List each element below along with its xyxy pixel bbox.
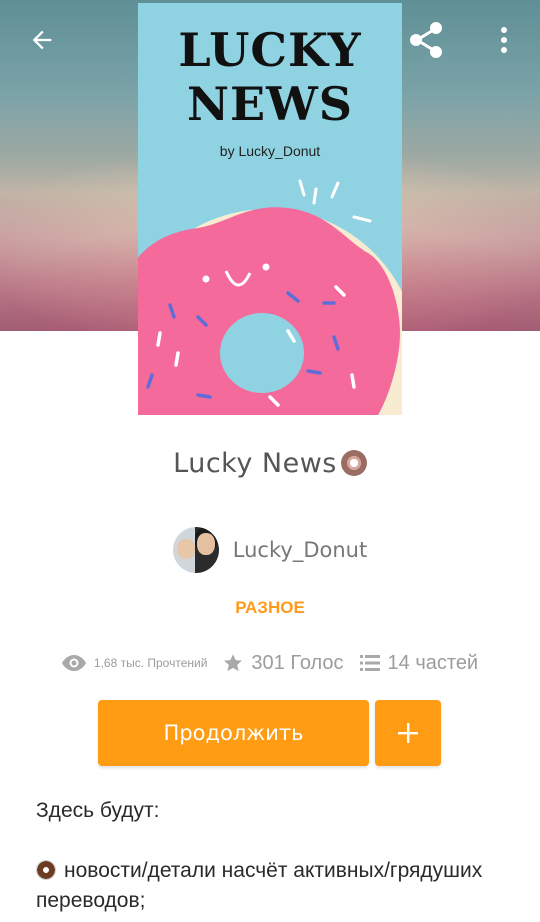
share-button[interactable]	[404, 18, 448, 62]
list-icon	[359, 655, 380, 671]
category-label[interactable]: РАЗНОЕ	[0, 598, 540, 618]
story-description: Здесь будут: новости/детали насчёт актив…	[36, 796, 516, 916]
donut-emoji-icon	[340, 450, 367, 476]
author-name[interactable]: Lucky_Donut	[233, 538, 367, 562]
plus-icon	[398, 723, 418, 743]
description-line: Здесь будут:	[36, 799, 160, 822]
reads-count: 1,68 тыс. Прочтений	[93, 656, 208, 670]
arrow-left-icon	[32, 30, 52, 50]
share-icon	[410, 22, 442, 58]
votes-count: 301 Голос	[251, 651, 344, 674]
continue-reading-label: Продолжить	[163, 721, 304, 745]
continue-reading-button[interactable]: Продолжить	[98, 700, 369, 766]
author-row[interactable]: Lucky_Donut	[0, 526, 540, 574]
more-options-button[interactable]	[482, 18, 526, 62]
cover-title-line2: NEWS	[187, 77, 353, 131]
parts-count: 14 частей	[387, 651, 479, 674]
description-bullet-text: новости/детали насчёт активных/грядуших …	[36, 859, 483, 912]
cover-byline: by Lucky_Donut	[219, 143, 321, 159]
reads-stat: 1,68 тыс. Прочтений	[61, 655, 208, 671]
story-stats: 1,68 тыс. Прочтений 301 Голос 14 частей	[0, 648, 540, 678]
story-title-text: Lucky News	[173, 448, 337, 479]
story-title: Lucky News	[0, 448, 540, 479]
back-button[interactable]	[20, 18, 64, 62]
donut-bullet-icon	[36, 860, 56, 880]
description-bullet: новости/детали насчёт активных/грядуших …	[36, 856, 516, 916]
votes-stat: 301 Голос	[223, 651, 344, 675]
star-icon	[224, 654, 243, 672]
story-cover[interactable]: LUCKY NEWS by Lucky_Donut	[138, 3, 402, 415]
parts-stat[interactable]: 14 частей	[359, 651, 479, 675]
eye-icon	[61, 655, 86, 671]
cover-title-line1: LUCKY	[178, 23, 362, 77]
avatar[interactable]	[172, 527, 219, 573]
more-vertical-icon	[501, 27, 507, 53]
add-to-library-button[interactable]	[375, 700, 441, 766]
